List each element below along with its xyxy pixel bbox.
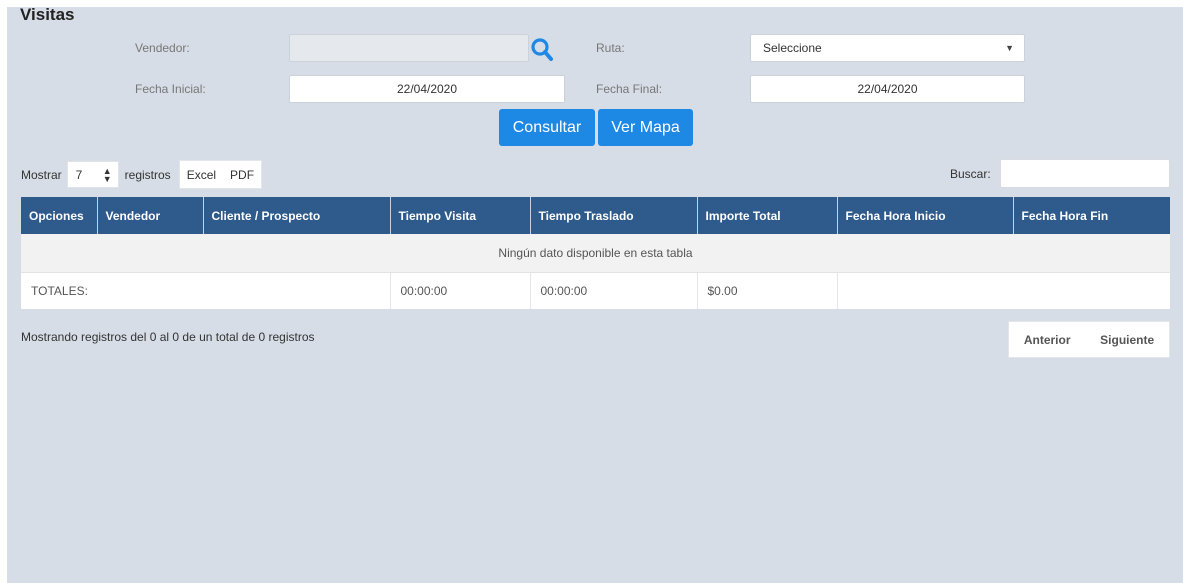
header-fecha-hora-inicio[interactable]: Fecha Hora Inicio (837, 197, 1014, 234)
vendedor-label: Vendedor: (135, 41, 190, 55)
fecha-inicial-input[interactable]: 22/04/2020 (289, 75, 565, 103)
pagination: Anterior Siguiente (1008, 321, 1170, 358)
consultar-button[interactable]: Consultar (499, 109, 595, 146)
page-title: Visitas (20, 5, 75, 24)
buscar-input[interactable] (1000, 159, 1170, 188)
search-icon (531, 38, 553, 61)
vendedor-input[interactable] (289, 34, 529, 62)
visitas-panel: Visitas Vendedor: Ruta: Seleccione ▼ Fec… (7, 5, 1183, 583)
buscar-label: Buscar: (950, 167, 991, 181)
empty-message: Ningún dato disponible en esta tabla (21, 234, 1170, 273)
ruta-select[interactable]: Seleccione ▼ (750, 34, 1025, 62)
empty-row: Ningún dato disponible en esta tabla (21, 234, 1170, 273)
fecha-inicial-label: Fecha Inicial: (135, 82, 206, 96)
sort-arrows-icon: ▲ ▼ (102, 165, 112, 184)
totals-tiempo-visita: 00:00:00 (390, 272, 531, 309)
export-buttons: Excel PDF (178, 160, 263, 189)
totals-empty-cell (837, 272, 1170, 309)
visitas-table: Opciones Vendedor Cliente / Prospecto Ti… (21, 197, 1170, 309)
header-tiempo-visita[interactable]: Tiempo Visita (390, 197, 531, 234)
length-value: 7 (75, 167, 83, 182)
ver-mapa-button[interactable]: Ver Mapa (598, 109, 693, 146)
fecha-final-input[interactable]: 22/04/2020 (750, 75, 1025, 103)
fecha-final-label: Fecha Final: (596, 82, 663, 96)
totals-label: TOTALES: (21, 272, 391, 309)
header-opciones[interactable]: Opciones (21, 197, 98, 234)
caret-down-icon: ▼ (1005, 43, 1014, 53)
header-importe-total[interactable]: Importe Total (697, 197, 838, 234)
excel-button[interactable]: Excel (180, 168, 223, 182)
ruta-label: Ruta: (596, 41, 625, 55)
ruta-selected-value: Seleccione (763, 41, 822, 55)
registros-label: registros (124, 167, 171, 182)
totals-row: TOTALES: 00:00:00 00:00:00 $0.00 (21, 272, 1170, 309)
length-control: Mostrar 7 ▲ ▼ registros Excel PDF (21, 160, 263, 189)
header-vendedor[interactable]: Vendedor (97, 197, 204, 234)
vendedor-search-button[interactable] (530, 35, 554, 63)
header-cliente-prospecto[interactable]: Cliente / Prospecto (203, 197, 391, 234)
table-header-row: Opciones Vendedor Cliente / Prospecto Ti… (21, 197, 1170, 234)
header-tiempo-traslado[interactable]: Tiempo Traslado (530, 197, 698, 234)
anterior-button[interactable]: Anterior (1024, 333, 1071, 347)
totals-importe-total: $0.00 (697, 272, 838, 309)
mostrar-label: Mostrar (21, 167, 62, 182)
pdf-button[interactable]: PDF (223, 168, 261, 182)
table-info: Mostrando registros del 0 al 0 de un tot… (21, 330, 315, 344)
header-fecha-hora-fin[interactable]: Fecha Hora Fin (1013, 197, 1170, 234)
length-select[interactable]: 7 ▲ ▼ (66, 161, 119, 188)
siguiente-button[interactable]: Siguiente (1100, 333, 1154, 347)
totals-tiempo-traslado: 00:00:00 (530, 272, 698, 309)
